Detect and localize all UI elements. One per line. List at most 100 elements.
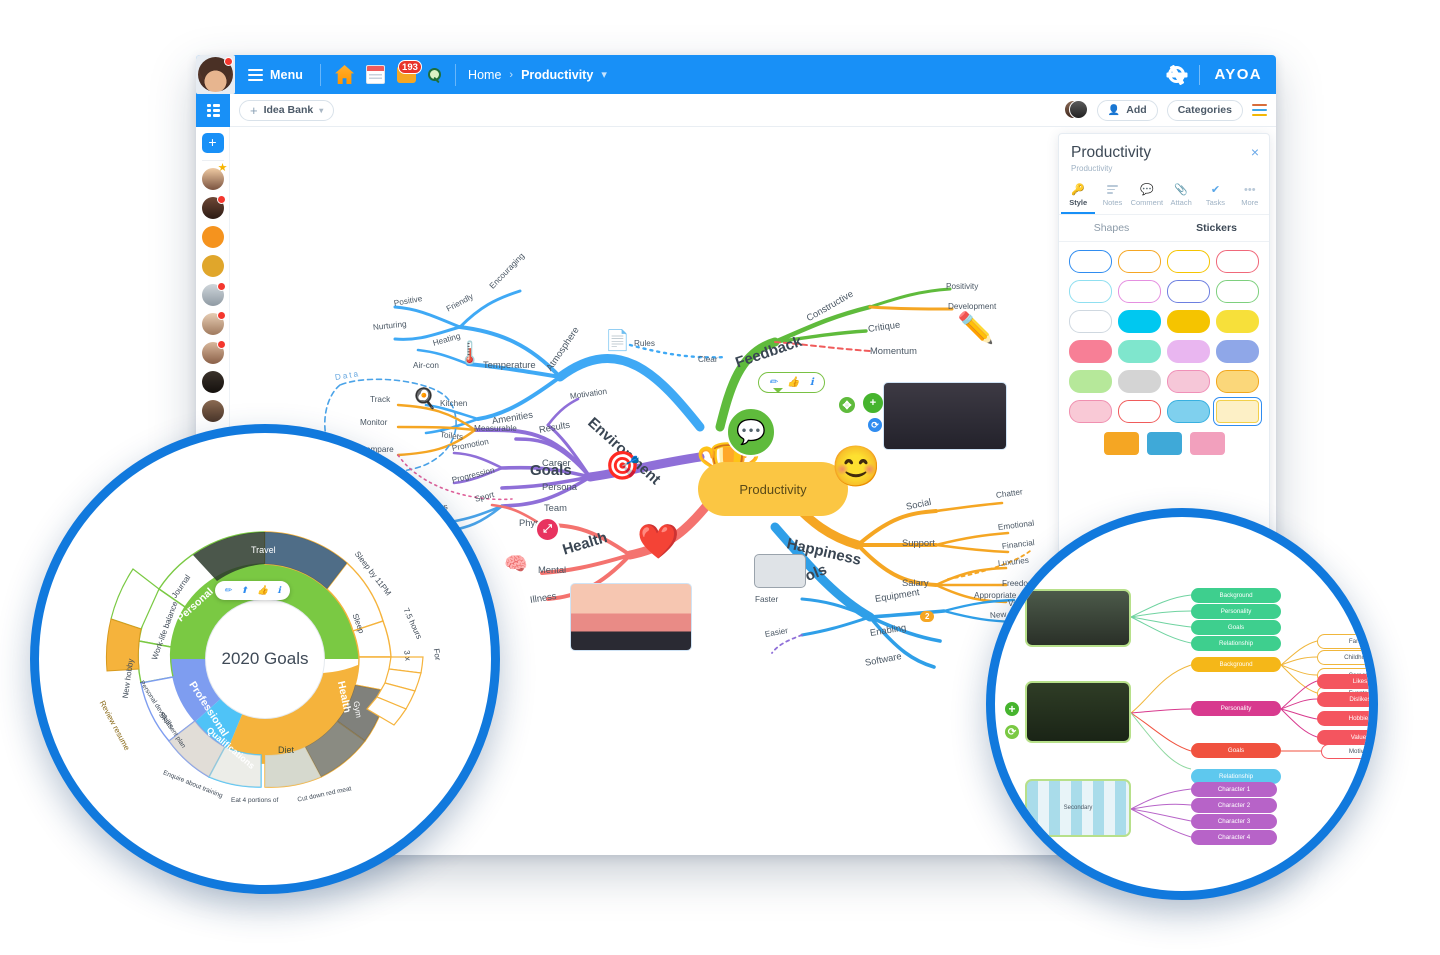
close-icon[interactable]: × — [1251, 145, 1259, 159]
node-faster[interactable]: Faster — [755, 595, 778, 604]
user-avatar[interactable] — [196, 55, 235, 94]
rnode-background-1[interactable]: Background — [1191, 588, 1281, 603]
sidebar-avatar-7[interactable] — [201, 340, 226, 364]
node-development[interactable]: Development — [948, 302, 996, 311]
rnode-motivation[interactable]: Motivation — [1321, 744, 1369, 759]
sticker-swatch[interactable] — [1216, 280, 1259, 303]
sticker-swatch[interactable] — [1146, 432, 1182, 455]
sidebar-avatar-5[interactable] — [201, 282, 226, 306]
label-diet[interactable]: Diet — [278, 745, 294, 755]
sidebar-avatar-3[interactable] — [201, 226, 224, 248]
node-support[interactable]: Support — [902, 537, 935, 548]
node-aircon[interactable]: Air-con — [413, 361, 439, 370]
subtab-shapes[interactable]: Shapes — [1059, 215, 1164, 241]
menu-button[interactable]: Menu — [235, 55, 316, 94]
rnode-relationship-1[interactable]: Relationship — [1191, 636, 1281, 651]
sidebar-avatar-6[interactable] — [201, 311, 226, 335]
add-user-button[interactable]: 👤 Add — [1096, 99, 1158, 121]
node-persona[interactable]: Persona — [542, 481, 577, 492]
sticker-swatch[interactable] — [1167, 250, 1210, 273]
sticker-swatch[interactable] — [1118, 310, 1161, 333]
rnode-personality-2[interactable]: Personality — [1191, 701, 1281, 716]
node-clear[interactable]: Clear — [698, 355, 718, 364]
node-action-toolbar[interactable]: ✏ 👍 ℹ — [758, 372, 825, 393]
node-rules[interactable]: Rules — [634, 339, 655, 348]
rnode-values[interactable]: Values — [1317, 730, 1369, 745]
label-for[interactable]: For — [432, 648, 443, 661]
node-track[interactable]: Track — [370, 395, 390, 404]
yoga-photo[interactable] — [570, 583, 692, 651]
sidebar-avatar-2[interactable] — [201, 195, 226, 219]
thumbs-up-icon[interactable]: 👍 — [257, 586, 268, 595]
filter-sliders-icon[interactable] — [1252, 104, 1267, 116]
node-measurable[interactable]: Measurable — [474, 424, 517, 433]
sidebar-avatar-1[interactable]: ★ — [201, 163, 228, 190]
sticker-swatch[interactable] — [1216, 340, 1259, 363]
collaborator-avatars[interactable] — [1063, 100, 1088, 120]
pencil-icon[interactable]: ✏ — [769, 377, 777, 388]
search-icon[interactable] — [428, 68, 442, 81]
sticker-swatch[interactable] — [1118, 280, 1161, 303]
rnode-hobbies[interactable]: Hobbies — [1317, 711, 1369, 726]
sticker-swatch[interactable] — [1216, 250, 1259, 273]
sticker-swatch[interactable] — [1069, 400, 1112, 423]
rnode-character-3[interactable]: Character 3 — [1191, 814, 1277, 829]
calendar-icon[interactable] — [366, 65, 386, 84]
chat-notification-icon[interactable]: 193 — [397, 60, 422, 83]
sidebar-avatar-8[interactable] — [201, 371, 224, 393]
sticker-swatch[interactable] — [1069, 280, 1112, 303]
rnode-character-4[interactable]: Character 4 — [1191, 830, 1277, 845]
chevron-down-icon[interactable]: ▾ — [601, 68, 607, 81]
tab-tasks[interactable]: ✔ Tasks — [1198, 179, 1232, 214]
tab-notes[interactable]: Notes — [1095, 179, 1129, 214]
sticker-swatch[interactable] — [1167, 310, 1210, 333]
node-team[interactable]: Team — [544, 502, 567, 513]
idea-bank-button[interactable]: + Idea Bank ▾ — [239, 99, 335, 121]
sticker-swatch[interactable] — [1216, 370, 1259, 393]
laptop-placeholder[interactable] — [754, 554, 806, 588]
sidebar-toggle-button[interactable] — [196, 93, 230, 127]
add-node-button[interactable]: + — [861, 391, 885, 415]
rnode-personality-1[interactable]: Personality — [1191, 604, 1281, 619]
info-icon[interactable]: ℹ — [810, 377, 814, 388]
thumbs-up-icon[interactable]: 👍 — [787, 377, 799, 388]
label-3x[interactable]: 3 x — [402, 650, 412, 662]
sticker-swatch[interactable] — [1213, 397, 1262, 426]
rnode-goals-2[interactable]: Goals — [1191, 743, 1281, 758]
sticker-swatch[interactable] — [1069, 250, 1112, 273]
breadcrumb-current[interactable]: Productivity — [521, 68, 593, 82]
label-eat-4-portions[interactable]: Eat 4 portions of — [231, 797, 278, 804]
categories-button[interactable]: Categories — [1166, 99, 1243, 121]
tab-comment[interactable]: 💬 Comment — [1130, 179, 1164, 214]
rnode-likes[interactable]: Likes — [1317, 674, 1369, 689]
feedback-node-icon[interactable]: 💬 — [726, 407, 776, 457]
sticker-swatch[interactable] — [1167, 280, 1210, 303]
refresh-node-button[interactable]: ⟳ — [1003, 723, 1021, 741]
sticker-swatch[interactable] — [1069, 370, 1112, 393]
gear-icon[interactable] — [1168, 66, 1186, 83]
sticker-swatch[interactable] — [1167, 370, 1210, 393]
sticker-swatch[interactable] — [1103, 432, 1139, 455]
sidebar-avatar-9[interactable] — [201, 400, 224, 422]
rnode-character-1[interactable]: Character 1 — [1191, 782, 1277, 797]
tab-more[interactable]: ••• More — [1233, 179, 1267, 214]
node-monitor[interactable]: Monitor — [360, 418, 387, 427]
upload-icon[interactable]: ⬆ — [241, 586, 249, 595]
tab-style[interactable]: 🔑 Style — [1061, 179, 1096, 214]
move-node-button[interactable]: ✥ — [837, 395, 857, 415]
sticker-swatch[interactable] — [1118, 340, 1161, 363]
sticker-swatch[interactable] — [1167, 340, 1210, 363]
woman-photo[interactable] — [1025, 681, 1131, 743]
sunburst-node-toolbar[interactable]: ✏ ⬆ 👍 ℹ — [215, 581, 290, 600]
node-kitchen[interactable]: Kitchen — [440, 399, 467, 408]
subtab-stickers[interactable]: Stickers — [1164, 215, 1269, 241]
add-node-button[interactable]: + — [1003, 700, 1021, 718]
equipment-task-badge[interactable]: 2 — [920, 611, 935, 622]
home-icon[interactable] — [335, 65, 355, 84]
center-node[interactable]: Productivity — [698, 462, 848, 516]
rnode-dislikes[interactable]: Dislikes — [1317, 692, 1369, 707]
sticker-swatch[interactable] — [1189, 432, 1225, 455]
friends-photo[interactable]: Secondary — [1025, 779, 1131, 837]
sticker-swatch[interactable] — [1118, 400, 1161, 423]
sidebar-avatar-4[interactable] — [201, 255, 224, 277]
